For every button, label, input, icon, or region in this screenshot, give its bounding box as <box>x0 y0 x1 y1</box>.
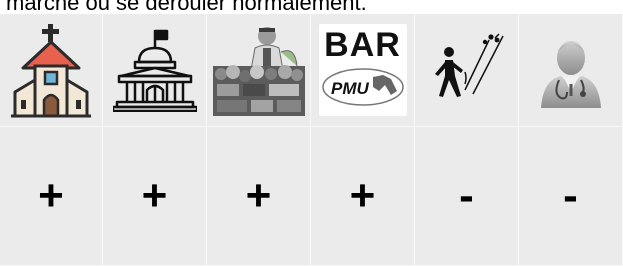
church-icon <box>11 24 91 118</box>
cell-town-hall <box>103 14 207 127</box>
icon-sign-grid: BAR PMU + + + + - - <box>0 14 623 266</box>
cell-bar: BAR PMU <box>311 14 415 127</box>
cell-sign-market: + <box>207 127 311 266</box>
plus-sign: + <box>349 171 376 220</box>
minus-sign: - <box>459 171 474 220</box>
cell-sign-town-hall: + <box>103 127 207 266</box>
pmu-logo-icon: PMU <box>321 68 404 106</box>
plus-sign: + <box>245 171 272 220</box>
plus-sign: + <box>141 171 168 220</box>
plus-sign: + <box>38 171 64 220</box>
cell-sign-church: + <box>0 127 103 266</box>
walking-person-icon <box>434 33 504 97</box>
bar-label: BAR <box>324 26 401 64</box>
bar-pmu-logo: BAR PMU <box>318 24 407 116</box>
cell-sign-walking-person: - <box>415 127 519 266</box>
market-vendor-icon <box>212 27 305 116</box>
doctor-icon <box>540 41 601 108</box>
cell-sign-doctor: - <box>519 127 623 266</box>
town-hall-icon <box>112 29 197 112</box>
cell-market <box>207 14 311 127</box>
cell-church <box>0 14 103 127</box>
cell-doctor <box>519 14 623 127</box>
cell-walking-person <box>415 14 519 127</box>
cell-sign-bar: + <box>311 127 415 266</box>
minus-sign: - <box>563 171 578 220</box>
pmu-label: PMU <box>331 79 370 98</box>
